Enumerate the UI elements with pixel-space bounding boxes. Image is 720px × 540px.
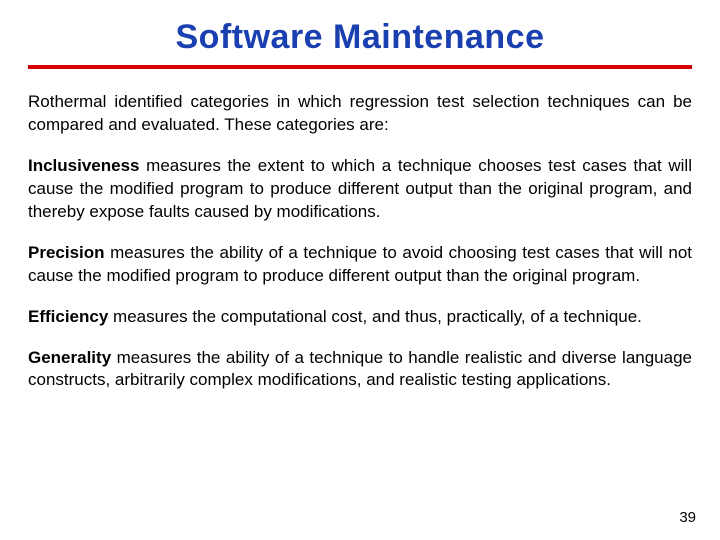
desc-generality: measures the ability of a technique to h… <box>28 348 692 390</box>
intro-paragraph: Rothermal identified categories in which… <box>28 91 692 137</box>
term-inclusiveness: Inclusiveness <box>28 156 140 175</box>
page-number: 39 <box>679 509 696 526</box>
category-precision: Precision measures the ability of a tech… <box>28 242 692 288</box>
category-generality: Generality measures the ability of a tec… <box>28 347 692 393</box>
term-precision: Precision <box>28 243 105 262</box>
category-efficiency: Efficiency measures the computational co… <box>28 306 692 329</box>
desc-efficiency: measures the computational cost, and thu… <box>108 307 642 326</box>
slide-title: Software Maintenance <box>28 18 692 57</box>
title-underline <box>28 65 692 69</box>
term-efficiency: Efficiency <box>28 307 108 326</box>
slide: Software Maintenance Rothermal identifie… <box>0 0 720 540</box>
category-inclusiveness: Inclusiveness measures the extent to whi… <box>28 155 692 224</box>
term-generality: Generality <box>28 348 111 367</box>
desc-precision: measures the ability of a technique to a… <box>28 243 692 285</box>
